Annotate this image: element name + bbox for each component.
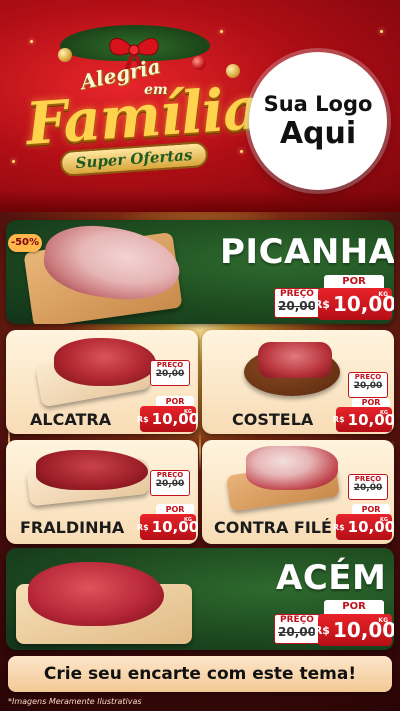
price-preco-label: PREÇO: [280, 289, 314, 299]
price-old-value: 20,00: [353, 483, 383, 493]
light-decoration: [199, 432, 201, 472]
price-current: R$ 10,00 KG: [332, 407, 394, 432]
sparkle-decoration: [30, 40, 33, 43]
product-name: CONTRA FILÉ: [214, 518, 332, 537]
product-name: PICANHA: [220, 232, 394, 272]
product-card-acem[interactable]: ACÉM POR PREÇO 20,00 R$ 10,00 KG: [6, 548, 394, 650]
price-unit: KG: [380, 410, 388, 416]
product-card-contra-file[interactable]: CONTRA FILÉ PREÇO 20,00 POR R$ 10,00 KG: [202, 440, 394, 544]
meat-image: [36, 450, 148, 490]
sparkle-decoration: [380, 30, 383, 33]
meat-image: [258, 342, 332, 378]
discount-badge: -50%: [8, 234, 42, 252]
price-unit: KG: [378, 291, 388, 298]
price-unit: KG: [380, 517, 388, 523]
disclaimer-text: *Imagens Meramente Ilustrativas: [8, 697, 142, 706]
logo-text-line2: Aqui: [279, 116, 357, 151]
product-name: ACÉM: [276, 558, 387, 598]
price-original: PREÇO 20,00: [150, 470, 190, 496]
price-unit: KG: [184, 517, 192, 523]
title-familia: Família: [23, 73, 262, 159]
meat-image: [54, 338, 156, 386]
price-currency: R$: [313, 297, 330, 311]
price-preco-label: PREÇO: [280, 615, 314, 625]
product-card-costela[interactable]: COSTELA PREÇO 20,00 POR R$ 10,00 KG: [202, 330, 394, 434]
price-original: PREÇO 20,00: [150, 360, 190, 386]
product-name: FRALDINHA: [20, 518, 125, 537]
price-old-value: 20,00: [278, 299, 316, 313]
price-currency: R$: [332, 522, 345, 532]
product-card-picanha[interactable]: PICANHA POR PREÇO 20,00 R$ 10,00 KG: [6, 220, 394, 324]
store-logo-placeholder: Sua Logo Aqui: [249, 52, 387, 190]
price-unit: KG: [378, 617, 388, 624]
price-original: PREÇO 20,00: [348, 474, 388, 500]
price-current: R$ 10,00 KG: [314, 614, 394, 646]
sparkle-decoration: [220, 30, 223, 33]
price-preco-label: PREÇO: [354, 373, 382, 381]
product-card-alcatra[interactable]: ALCATRA PREÇO 20,00 POR R$ 10,00 KG: [6, 330, 198, 434]
price-current: R$ 10,00 KG: [136, 514, 198, 540]
meat-image: [246, 446, 338, 490]
logo-text-line1: Sua Logo: [263, 92, 373, 116]
price-currency: R$: [136, 414, 149, 424]
price-currency: R$: [332, 415, 345, 424]
price-old-value: 20,00: [353, 381, 383, 391]
price-unit: KG: [184, 409, 192, 415]
price-por-label: POR: [324, 600, 384, 614]
price-preco-label: PREÇO: [156, 361, 184, 369]
price-currency: R$: [136, 522, 149, 532]
sparkle-decoration: [240, 150, 243, 153]
price-preco-label: PREÇO: [156, 471, 184, 479]
price-old-value: 20,00: [155, 479, 185, 489]
price-original: PREÇO 20,00: [348, 372, 388, 398]
price-current: R$ 10,00 KG: [314, 288, 394, 320]
header-banner: Alegria em Família Super Ofertas Sua Log…: [0, 0, 400, 212]
product-card-fraldinha[interactable]: FRALDINHA PREÇO 20,00 POR R$ 10,00 KG: [6, 440, 198, 544]
sparkle-decoration: [12, 160, 15, 163]
product-name: COSTELA: [232, 410, 314, 429]
price-current: R$ 10,00 KG: [136, 406, 198, 432]
create-flyer-button[interactable]: Crie seu encarte com este tema!: [8, 656, 392, 692]
product-name: ALCATRA: [30, 410, 112, 429]
meat-image: [28, 562, 164, 626]
price-por-label: POR: [324, 275, 384, 289]
price-old-value: 20,00: [278, 625, 316, 639]
price-current: R$ 10,00 KG: [332, 514, 394, 540]
price-currency: R$: [313, 623, 330, 637]
price-preco-label: PREÇO: [354, 475, 382, 483]
price-old-value: 20,00: [155, 369, 185, 379]
campaign-title: Alegria em Família Super Ofertas: [18, 50, 262, 190]
